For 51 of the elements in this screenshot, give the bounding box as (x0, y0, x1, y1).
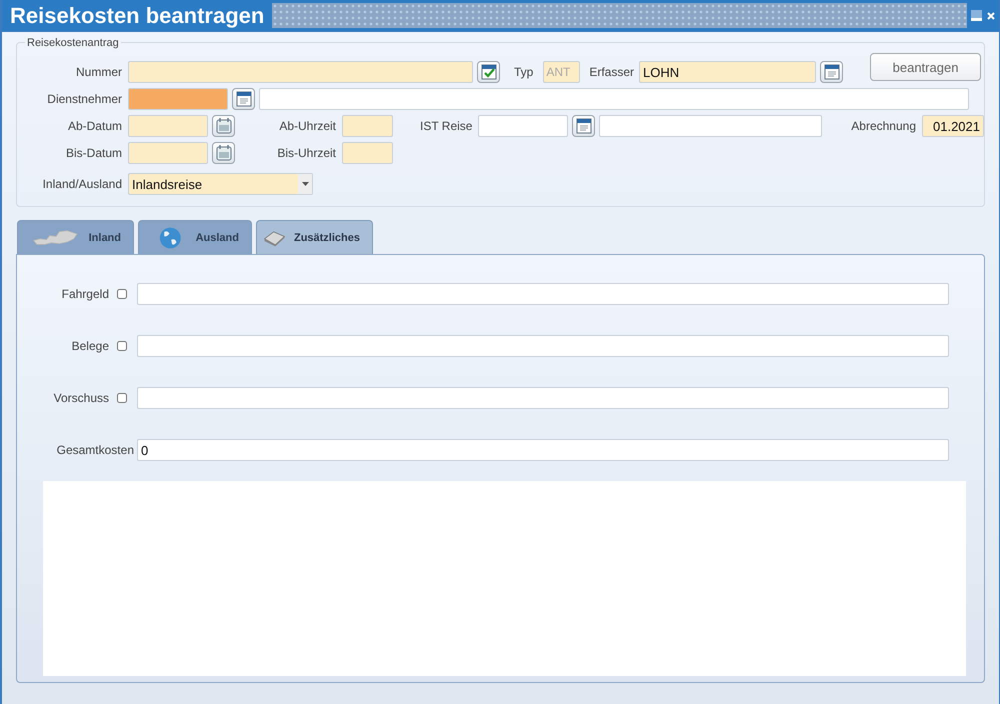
field-label: Ab-Datum (66, 119, 122, 133)
field-label: Vorschuss (54, 391, 109, 405)
field-label: Abrechnung (850, 119, 916, 133)
input-field[interactable] (137, 387, 949, 409)
input-field[interactable] (137, 335, 949, 357)
document-icon[interactable] (820, 61, 844, 83)
document-icon[interactable] (572, 115, 596, 137)
checkbox[interactable] (117, 393, 127, 403)
input-field[interactable] (128, 61, 473, 83)
calendar-icon[interactable] (212, 142, 235, 164)
submit-button[interactable]: beantragen (870, 53, 982, 81)
checkbox[interactable] (117, 289, 127, 299)
dropdown-value: Inlandsreise (132, 176, 202, 192)
field-label: Inland/Ausland (42, 177, 122, 191)
field-label: Belege (72, 339, 109, 353)
check-document-icon[interactable] (477, 61, 500, 83)
globe-icon (159, 224, 182, 250)
input-field[interactable]: LOHN (639, 61, 816, 83)
field-label: Bis-Datum (64, 146, 122, 160)
field-label: IST Reise (420, 119, 472, 133)
document-icon[interactable] (232, 88, 255, 110)
input-field[interactable] (128, 88, 228, 110)
dropdown[interactable]: Inlandsreise (128, 173, 313, 195)
field-label: Fahrgeld (62, 287, 109, 301)
close-button[interactable] (985, 10, 996, 21)
input-field[interactable] (128, 142, 208, 164)
field-label: Gesamtkosten (56, 443, 134, 457)
input-field[interactable] (342, 142, 393, 164)
input-field[interactable] (599, 115, 822, 137)
tab[interactable]: Inland (17, 220, 134, 254)
input-field[interactable] (342, 115, 393, 137)
input-field[interactable]: 01.2021 (922, 115, 984, 137)
calendar-icon[interactable] (212, 115, 235, 137)
group-legend: Reisekostenantrag (25, 37, 121, 49)
tab[interactable]: Ausland (138, 220, 252, 254)
input-field[interactable] (128, 115, 208, 137)
field-label: Bis-Uhrzeit (276, 146, 336, 160)
window-title: Reisekosten beantragen (9, 2, 266, 28)
input-field[interactable]: 0 (137, 439, 949, 461)
checkbox[interactable] (117, 341, 127, 351)
field-label: Erfasser (589, 65, 634, 79)
minimize-button[interactable] (971, 10, 982, 21)
input-field[interactable] (137, 283, 949, 305)
field-label: Dienstnehmer (46, 92, 122, 106)
field-label: Ab-Uhrzeit (278, 119, 336, 133)
input-field[interactable] (259, 88, 969, 110)
field-label: Nummer (74, 65, 122, 79)
tab[interactable]: Zusätzliches (256, 220, 373, 254)
input-field[interactable] (478, 115, 568, 137)
field-label: Typ (514, 65, 534, 79)
caret-icon (298, 174, 312, 194)
